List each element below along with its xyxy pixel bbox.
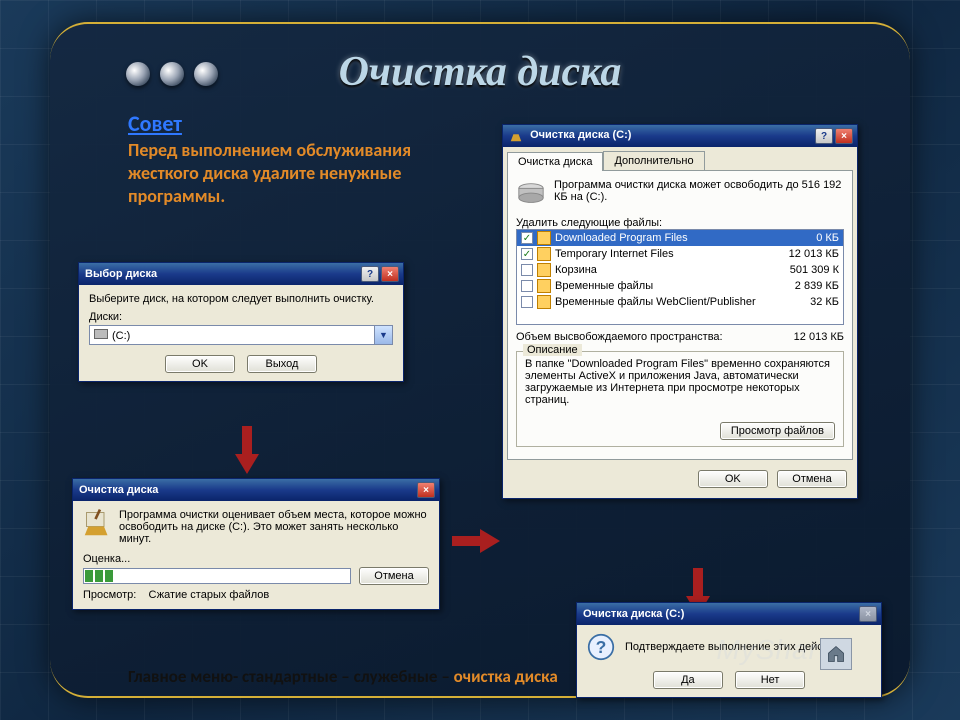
file-size: 12 013 КБ — [789, 248, 839, 260]
file-name: Downloaded Program Files — [555, 232, 688, 244]
scan-view-value: Сжатие старых файлов — [149, 589, 270, 601]
home-icon — [826, 644, 846, 664]
scanning-eval-label: Оценка... — [83, 553, 429, 565]
file-list-row[interactable]: Временные файлы WebClient/Publisher 32 КБ — [517, 294, 843, 310]
view-files-button[interactable]: Просмотр файлов — [720, 422, 835, 440]
file-list-row[interactable]: ✓ Temporary Internet Files 12 013 КБ — [517, 246, 843, 262]
file-list-row[interactable]: Временные файлы 2 839 КБ — [517, 278, 843, 294]
cleanup-file-list[interactable]: ✓ Downloaded Program Files 0 КБ ✓ Temporary … — [516, 229, 844, 325]
cancel-button[interactable]: Отмена — [777, 470, 847, 488]
help-button[interactable]: ? — [815, 128, 833, 144]
file-size: 501 309 К — [790, 264, 839, 276]
file-list-label: Удалить следующие файлы: — [516, 217, 844, 229]
slide-panel: Очистка диска Совет Перед выполнением об… — [50, 22, 910, 698]
navigation-path: Главное меню- стандартные – служебные – … — [128, 666, 568, 687]
ok-button[interactable]: OK — [698, 470, 768, 488]
file-name: Временные файлы WebClient/Publisher — [555, 296, 756, 308]
checkbox[interactable] — [521, 280, 533, 292]
file-size: 2 839 КБ — [795, 280, 839, 292]
ok-button[interactable]: OK — [165, 355, 235, 373]
close-button[interactable]: × — [417, 482, 435, 498]
chevron-down-icon[interactable]: ▼ — [374, 326, 392, 344]
yes-button[interactable]: Да — [653, 671, 723, 689]
file-name: Temporary Internet Files — [555, 248, 674, 260]
tip-block: Совет Перед выполнением обслуживания жес… — [128, 110, 458, 209]
file-icon — [537, 279, 551, 293]
disk-combobox[interactable]: (C:) ▼ — [89, 325, 393, 345]
scanning-dialog: Очистка диска × Программа очистки оценив… — [72, 478, 440, 610]
disk-value: (C:) — [112, 330, 130, 342]
description-text: В папке "Downloaded Program Files" време… — [525, 358, 835, 414]
select-disk-label: Диски: — [89, 311, 393, 323]
cleanup-main-dialog: Очистка диска (C:) ? × Очистка диска Доп… — [502, 124, 858, 499]
free-space-label: Объем высвобождаемого пространства: — [516, 331, 723, 343]
home-button[interactable] — [820, 638, 852, 670]
svg-text:?: ? — [596, 637, 607, 657]
path-prefix: Главное меню- стандартные – служебные – — [128, 666, 454, 687]
path-accent: очистка диска — [454, 666, 558, 687]
drive-icon — [94, 329, 108, 339]
file-size: 0 КБ — [816, 232, 839, 244]
file-list-row[interactable]: ✓ Downloaded Program Files 0 КБ — [517, 230, 843, 246]
tab-more[interactable]: Дополнительно — [603, 151, 704, 170]
tab-cleanup[interactable]: Очистка диска — [507, 152, 603, 171]
question-icon: ? — [587, 633, 615, 661]
scan-view-label: Просмотр: — [83, 589, 136, 601]
cleanup-summary: Программа очистки диска может освободить… — [554, 179, 844, 209]
dialog-title: Очистка диска (C:) — [530, 129, 631, 141]
close-button[interactable]: × — [835, 128, 853, 144]
broom-icon — [83, 509, 111, 537]
scan-progressbar — [83, 568, 351, 584]
checkbox[interactable] — [521, 296, 533, 308]
select-disk-dialog: Выбор диска ? × Выберите диск, на которо… — [78, 262, 404, 382]
dialog-title: Выбор диска — [85, 268, 157, 280]
free-space-value: 12 013 КБ — [794, 331, 844, 343]
tip-text: Перед выполнением обслуживания жесткого … — [128, 139, 458, 209]
file-name: Корзина — [555, 264, 597, 276]
file-icon — [537, 295, 551, 309]
close-button[interactable]: × — [381, 266, 399, 282]
file-list-row[interactable]: Корзина 501 309 К — [517, 262, 843, 278]
no-button[interactable]: Нет — [735, 671, 805, 689]
file-size: 32 КБ — [810, 296, 839, 308]
checkbox[interactable]: ✓ — [521, 232, 533, 244]
drive-icon — [516, 179, 546, 209]
dialog-title: Очистка диска (C:) — [583, 608, 684, 620]
tip-heading: Совет — [128, 110, 458, 139]
description-legend: Описание — [523, 344, 582, 356]
flow-arrow-right — [480, 529, 500, 553]
close-button: × — [859, 606, 877, 622]
file-icon — [537, 231, 551, 245]
exit-button[interactable]: Выход — [247, 355, 317, 373]
scanning-message: Программа очистки оценивает объем места,… — [119, 509, 429, 545]
help-button[interactable]: ? — [361, 266, 379, 282]
file-icon — [537, 263, 551, 277]
cancel-button[interactable]: Отмена — [359, 567, 429, 585]
broom-icon — [509, 129, 523, 143]
select-disk-prompt: Выберите диск, на котором следует выполн… — [89, 293, 393, 305]
flow-arrow-down — [235, 454, 259, 474]
dialog-title: Очистка диска — [79, 484, 158, 496]
checkbox[interactable]: ✓ — [521, 248, 533, 260]
slide-title: Очистка диска — [50, 48, 910, 96]
checkbox[interactable] — [521, 264, 533, 276]
file-name: Временные файлы — [555, 280, 653, 292]
file-icon — [537, 247, 551, 261]
